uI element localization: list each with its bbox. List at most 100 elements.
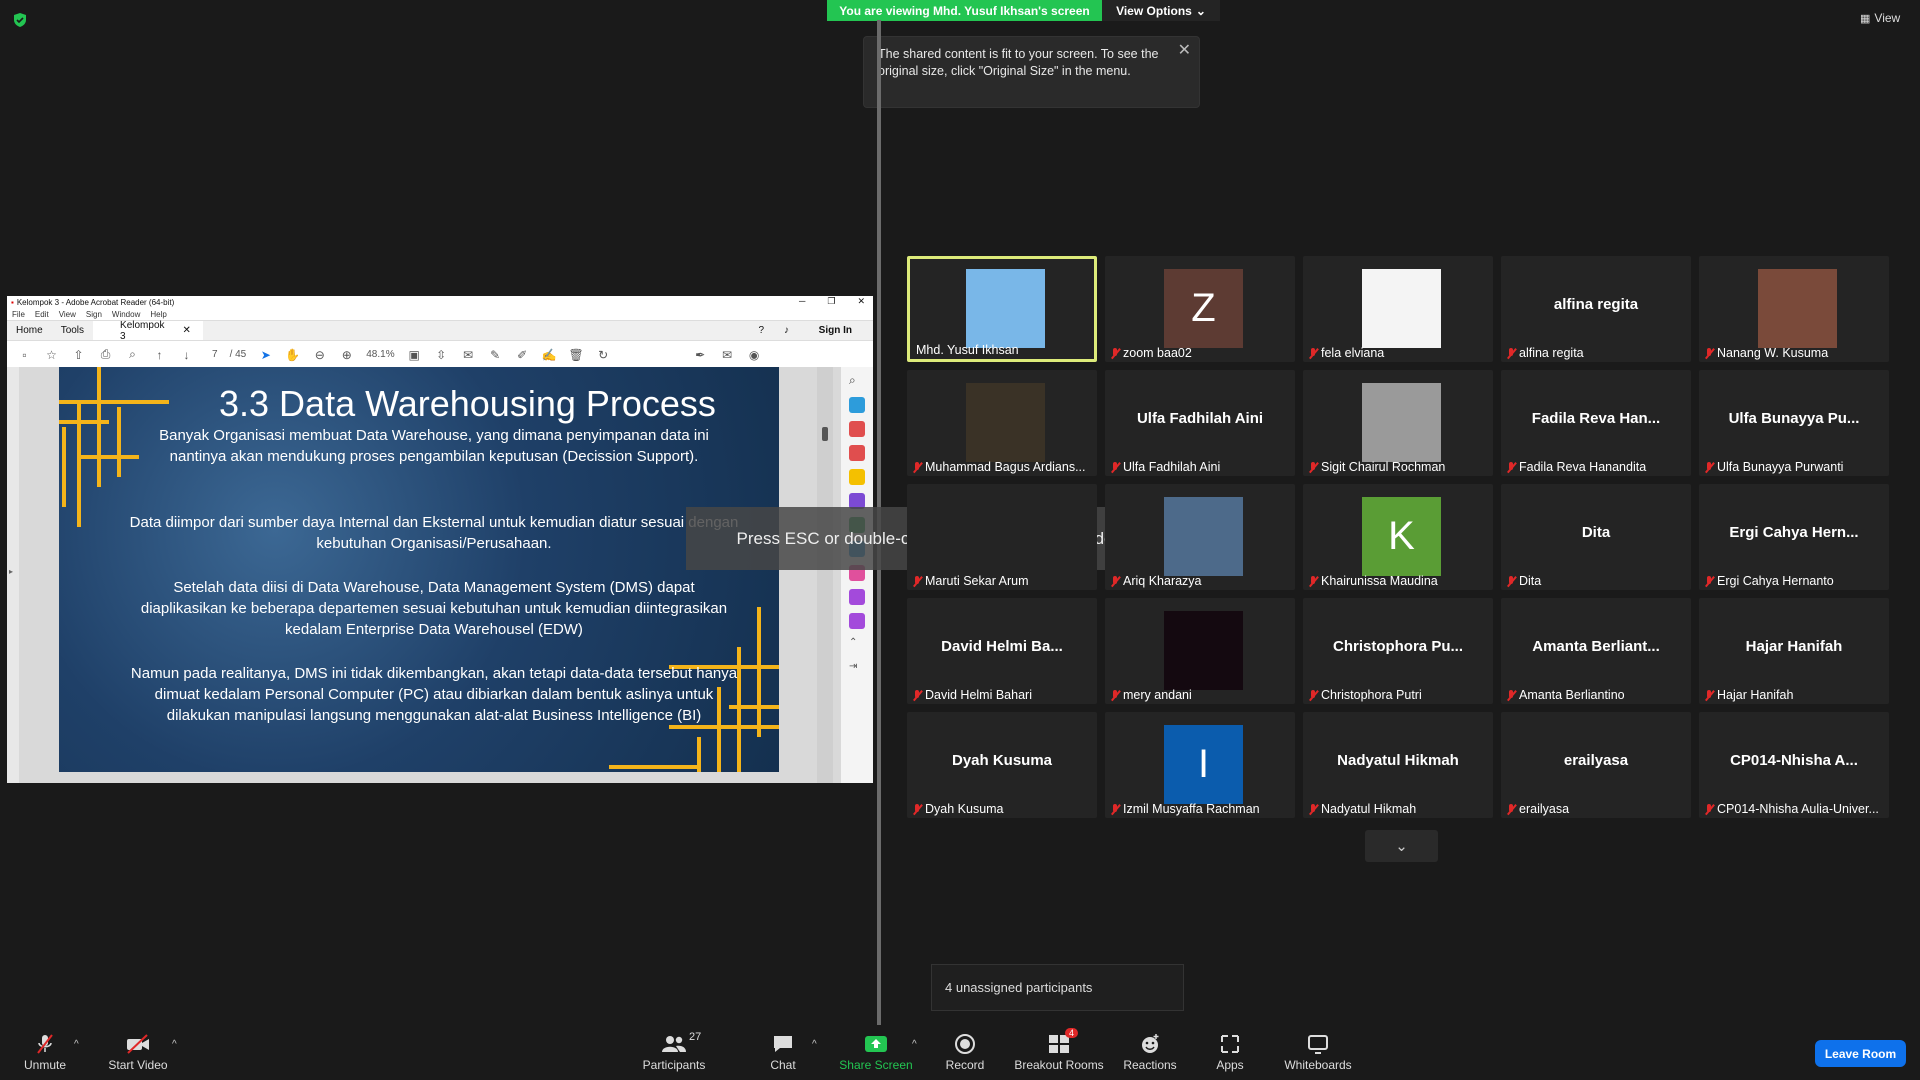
scroll-mode-icon[interactable]: ⇳ xyxy=(434,347,449,362)
participant-tile[interactable]: Hajar Hanifah Hajar Hanifah xyxy=(1699,598,1889,704)
zoom-out-search-icon[interactable]: ⌕ xyxy=(125,347,140,362)
hand-tool-icon[interactable]: ✋ xyxy=(285,347,300,362)
tab-home[interactable]: Home xyxy=(7,325,52,336)
video-options-caret-icon[interactable]: ^ xyxy=(172,1039,177,1050)
slide-paragraph-1: Banyak Organisasi membuat Data Warehouse… xyxy=(159,427,709,465)
view-button[interactable]: ▦ View xyxy=(1860,11,1900,25)
sign-icon[interactable]: ✒ xyxy=(693,347,708,362)
participant-tile[interactable]: David Helmi Ba... David Helmi Bahari xyxy=(907,598,1097,704)
participant-tile[interactable]: Zzoom baa02 xyxy=(1105,256,1295,362)
tab-document[interactable]: Kelompok 3 ✕ xyxy=(93,320,204,342)
participant-tile[interactable]: Nadyatul Hikmah Nadyatul Hikmah xyxy=(1303,712,1493,818)
participant-name: Nanang W. Kusuma xyxy=(1717,346,1829,360)
chat-button[interactable]: Chat xyxy=(760,1025,806,1080)
share-screen-button[interactable]: Share Screen xyxy=(838,1025,914,1080)
account-icon[interactable]: ◉ xyxy=(747,347,762,362)
participant-tile[interactable]: mery andani xyxy=(1105,598,1295,704)
email-icon[interactable]: ✉ xyxy=(720,347,735,362)
close-icon[interactable]: ✕ xyxy=(1178,42,1191,59)
organize-pages-icon[interactable] xyxy=(849,421,865,437)
menu-file[interactable]: File xyxy=(12,310,25,319)
save-icon[interactable]: ▫ xyxy=(17,347,32,362)
bell-icon[interactable]: ♪ xyxy=(775,325,798,336)
print-icon[interactable]: ⎙ xyxy=(98,347,113,362)
gallery-next-page-button[interactable]: ⌄ xyxy=(1365,830,1438,862)
tab-tools[interactable]: Tools xyxy=(52,325,93,336)
participant-tile[interactable]: Mhd. Yusuf Ikhsan xyxy=(907,256,1097,362)
select-cursor-icon[interactable]: ➤ xyxy=(258,347,273,362)
menu-help[interactable]: Help xyxy=(150,310,166,319)
menu-view[interactable]: View xyxy=(59,310,76,319)
page-down-icon[interactable]: ↓ xyxy=(179,347,194,362)
security-shield-icon[interactable] xyxy=(12,12,28,28)
minimize-icon[interactable]: ─ xyxy=(799,296,805,307)
more-tools-icon[interactable] xyxy=(849,613,865,629)
participant-tile[interactable]: Maruti Sekar Arum xyxy=(907,484,1097,590)
comment-icon[interactable]: ✉ xyxy=(461,347,476,362)
stamp-icon[interactable]: ✍ xyxy=(542,347,557,362)
star-icon[interactable]: ☆ xyxy=(44,347,59,362)
reactions-button[interactable]: Reactions xyxy=(1123,1025,1177,1080)
participant-tile[interactable]: Ulfa Fadhilah Aini Ulfa Fadhilah Aini xyxy=(1105,370,1295,476)
unassigned-participants-popup[interactable]: 4 unassigned participants xyxy=(931,964,1184,1011)
search-icon[interactable]: ⌕ xyxy=(849,373,865,389)
participant-tile[interactable]: Dyah Kusuma Dyah Kusuma xyxy=(907,712,1097,818)
zoom-out-icon[interactable]: ⊖ xyxy=(312,347,327,362)
view-options-button[interactable]: View Options ⌄ xyxy=(1102,0,1220,21)
chat-options-caret-icon[interactable]: ^ xyxy=(812,1039,817,1050)
participant-tile[interactable]: CP014-Nhisha A... CP014-Nhisha Aulia-Univ… xyxy=(1699,712,1889,818)
participant-tile[interactable]: Dita Dita xyxy=(1501,484,1691,590)
close-tab-icon[interactable]: ✕ xyxy=(174,325,200,336)
zoom-level-select[interactable]: 48.1% xyxy=(366,349,394,360)
highlight-icon[interactable]: ✎ xyxy=(488,347,503,362)
unmute-button[interactable]: Unmute xyxy=(20,1025,70,1080)
comment-tool-icon[interactable] xyxy=(849,469,865,485)
scrollbar-thumb[interactable] xyxy=(822,427,828,441)
participant-tile[interactable]: I Izmil Musyaffa Rachman xyxy=(1105,712,1295,818)
help-icon[interactable]: ? xyxy=(749,325,773,336)
breakout-rooms-button[interactable]: 4 Breakout Rooms xyxy=(1013,1025,1105,1080)
close-window-icon[interactable]: ✕ xyxy=(857,296,865,307)
export-pdf-icon[interactable] xyxy=(849,397,865,413)
delete-icon[interactable]: 🗑 xyxy=(569,347,584,362)
apps-button[interactable]: Apps xyxy=(1210,1025,1250,1080)
participant-tile[interactable]: Ariq Kharazya xyxy=(1105,484,1295,590)
participant-tile[interactable]: Ulfa Bunayya Pu... Ulfa Bunayya Purwanti xyxy=(1699,370,1889,476)
participant-tile[interactable]: Amanta Berliant... Amanta Berliantino xyxy=(1501,598,1691,704)
participant-tile[interactable]: Christophora Pu... Christophora Putri xyxy=(1303,598,1493,704)
rotate-icon[interactable]: ↻ xyxy=(596,347,611,362)
menu-window[interactable]: Window xyxy=(112,310,140,319)
leave-room-button[interactable]: Leave Room xyxy=(1815,1040,1906,1067)
menu-sign[interactable]: Sign xyxy=(86,310,102,319)
record-button[interactable]: Record xyxy=(940,1025,990,1080)
protect-icon[interactable] xyxy=(849,589,865,605)
page-up-icon[interactable]: ↑ xyxy=(152,347,167,362)
menu-edit[interactable]: Edit xyxy=(35,310,49,319)
create-pdf-icon[interactable] xyxy=(849,445,865,461)
maximize-icon[interactable]: ❐ xyxy=(827,296,835,307)
participant-tile[interactable]: erailyasa erailyasa xyxy=(1501,712,1691,818)
left-panel-toggle[interactable]: ▸ xyxy=(7,367,19,783)
start-video-button[interactable]: Start Video xyxy=(105,1025,171,1080)
upload-icon[interactable]: ⇧ xyxy=(71,347,86,362)
participant-tile[interactable]: Ergi Cahya Hern... Ergi Cahya Hernanto xyxy=(1699,484,1889,590)
participant-tile[interactable]: K Khairunissa Maudina xyxy=(1303,484,1493,590)
page-number-input[interactable]: 7 xyxy=(212,349,218,360)
sign-in-button[interactable]: Sign In xyxy=(810,325,861,336)
participants-button[interactable]: 27 Participants xyxy=(640,1025,708,1080)
document-scrollbar[interactable] xyxy=(817,367,833,783)
audio-options-caret-icon[interactable]: ^ xyxy=(74,1039,79,1050)
participant-tile[interactable]: Fadila Reva Han... Fadila Reva Hanandita xyxy=(1501,370,1691,476)
participant-tile[interactable]: Sigit Chairul Rochman xyxy=(1303,370,1493,476)
draw-icon[interactable]: ✐ xyxy=(515,347,530,362)
expand-icon[interactable]: ⌃ xyxy=(849,637,865,653)
collapse-rail-icon[interactable]: ⇥ xyxy=(849,661,865,677)
participant-tile[interactable]: Muhammad Bagus Ardians... xyxy=(907,370,1097,476)
whiteboards-button[interactable]: Whiteboards xyxy=(1280,1025,1356,1080)
participant-tile[interactable]: Nanang W. Kusuma xyxy=(1699,256,1889,362)
fit-page-icon[interactable]: ▣ xyxy=(407,347,422,362)
participant-tile[interactable]: alfina regita alfina regita xyxy=(1501,256,1691,362)
participant-tile[interactable]: fela elviana xyxy=(1303,256,1493,362)
share-options-caret-icon[interactable]: ^ xyxy=(912,1039,917,1050)
zoom-in-icon[interactable]: ⊕ xyxy=(339,347,354,362)
